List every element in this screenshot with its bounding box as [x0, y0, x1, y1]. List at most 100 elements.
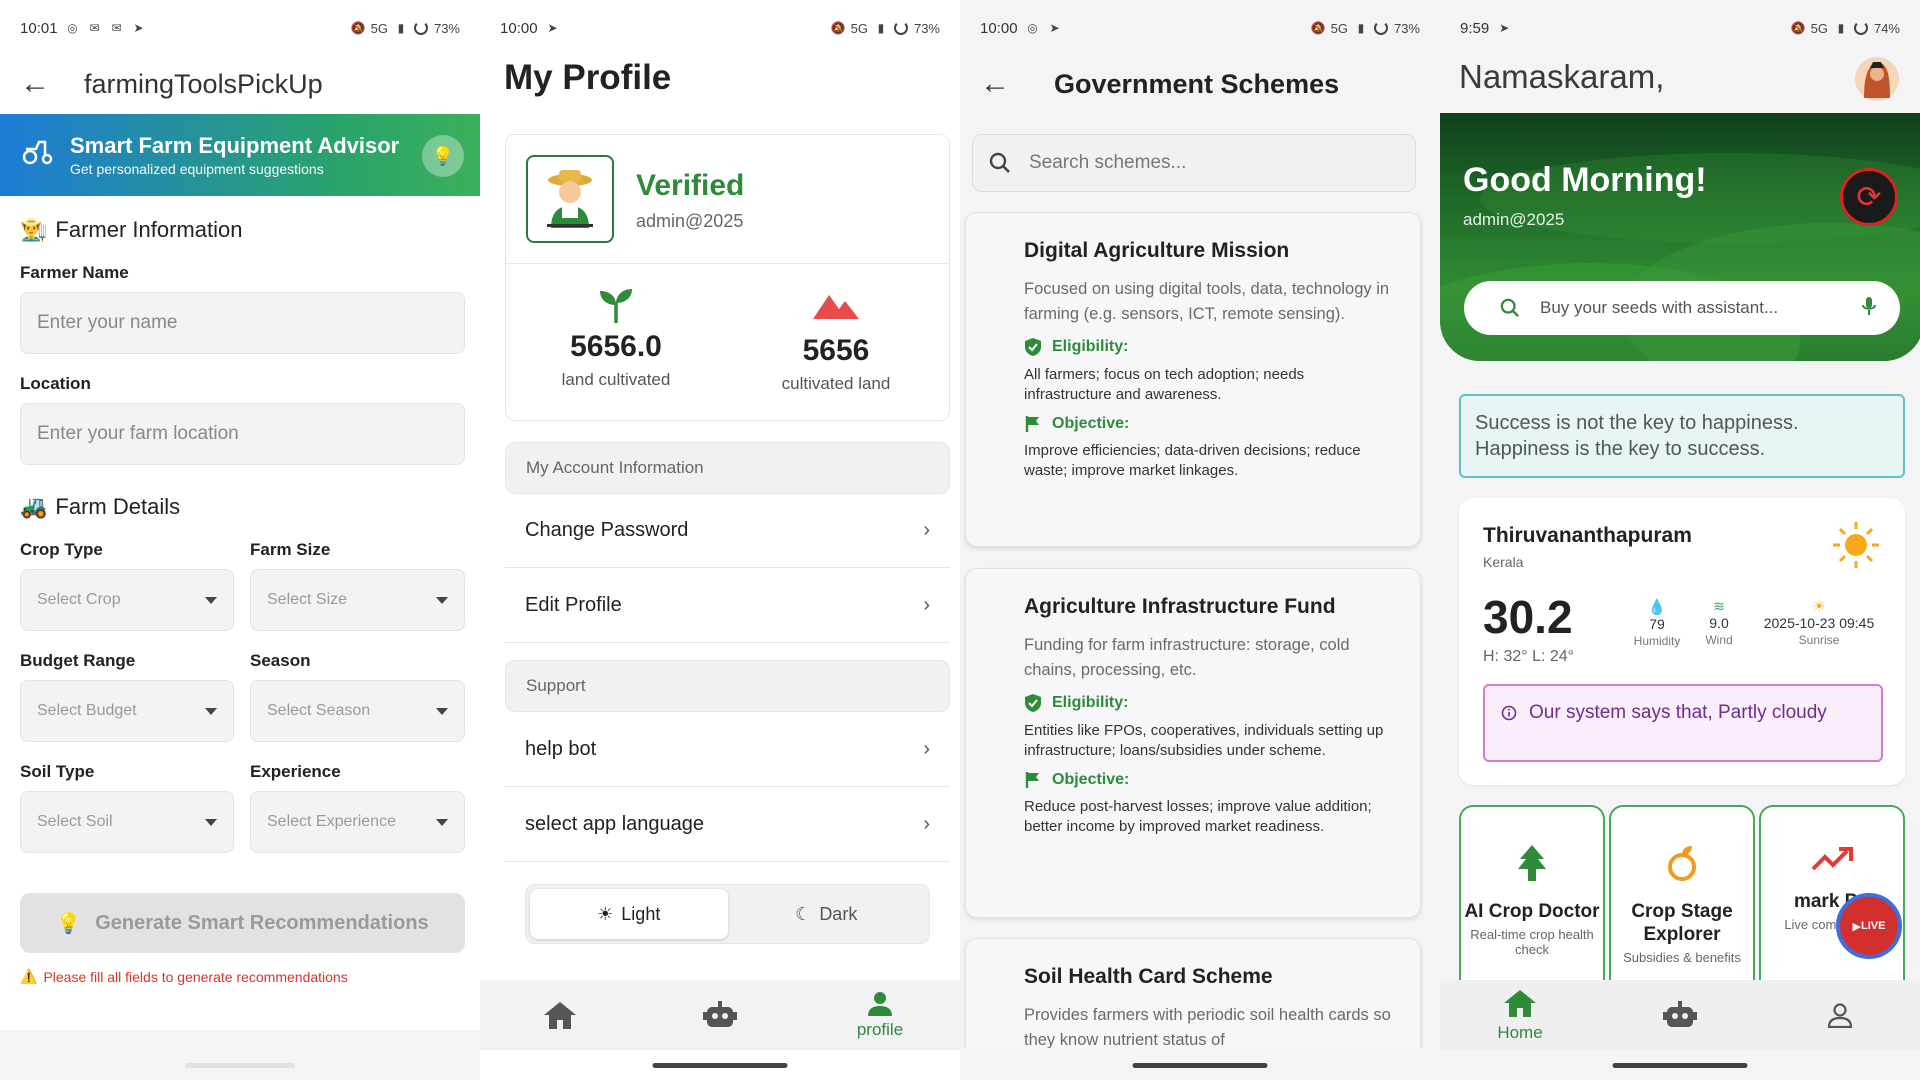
theme-light-option[interactable]: ☀ Light	[530, 889, 728, 939]
scheme-search-input[interactable]: Search schemes...	[972, 134, 1416, 192]
nav-bot[interactable]	[660, 999, 780, 1031]
crop-stage-explorer-tile[interactable]: Crop Stage Explorer Subsidies & benefits	[1609, 805, 1755, 985]
status-bar: 10:01 ◎ ✉ ✉ ➤ 🔕 5G ▮ 73%	[0, 0, 480, 56]
signal-icon: ▮	[1837, 21, 1845, 35]
farmer-info-heading: 👨‍🌾 Farmer Information	[20, 217, 243, 242]
lightbulb-icon[interactable]: 💡	[422, 135, 464, 177]
equipment-advisor-screen: 10:01 ◎ ✉ ✉ ➤ 🔕 5G ▮ 73% ← farmingToolsP…	[0, 0, 480, 1080]
sun-icon: ☀	[597, 903, 614, 924]
seed-assistant-search[interactable]: Buy your seeds with assistant...	[1464, 281, 1900, 335]
robot-icon	[1663, 1001, 1697, 1027]
search-icon	[989, 152, 1010, 173]
home-screen: 9:59 ➤ 🔕 5G ▮ 74% Namaskaram, Good Morni…	[1440, 0, 1920, 1080]
banner-title: Smart Farm Equipment Advisor	[70, 133, 400, 158]
budget-select[interactable]: Select Budget	[20, 680, 234, 742]
edit-profile-item[interactable]: Edit Profile ›	[505, 569, 950, 643]
nav-bot[interactable]	[1620, 999, 1740, 1031]
location-input[interactable]: Enter your farm location	[20, 403, 465, 465]
quote-card: Success is not the key to happiness. Hap…	[1459, 394, 1905, 478]
select-language-item[interactable]: select app language ›	[505, 788, 950, 862]
chevron-right-icon: ›	[923, 813, 930, 835]
farm-details-heading: 🚜 Farm Details	[20, 494, 181, 519]
help-bot-item[interactable]: help bot ›	[505, 713, 950, 787]
banner-subtitle: Get personalized equipment suggestions	[70, 161, 324, 177]
sheet-bottom	[0, 1030, 480, 1080]
market-prices-tile[interactable]: mark Pri Live comm rates	[1759, 805, 1905, 985]
bottom-navigation: Home	[1440, 980, 1920, 1050]
dropdown-arrow-icon	[436, 818, 448, 826]
live-stream-button[interactable]: ▶ LIVE	[1836, 893, 1902, 959]
refresh-icon: ⟳	[1856, 180, 1882, 214]
hero-user: admin@2025	[1463, 210, 1565, 229]
bottom-navigation: profile	[480, 980, 960, 1050]
hero-title: Good Morning!	[1463, 161, 1707, 199]
tractor-icon	[22, 137, 54, 173]
experience-select[interactable]: Select Experience	[250, 791, 465, 853]
scheme-card[interactable]: Digital Agriculture Mission Focused on u…	[965, 212, 1421, 547]
scheme-description: Funding for farm infrastructure: storage…	[1024, 636, 1350, 679]
battery-level: 73%	[1393, 20, 1420, 36]
lightbulb-icon: 💡	[56, 912, 82, 935]
telegram-icon: ➤	[133, 21, 144, 35]
objective-heading: Objective:	[1024, 415, 1394, 433]
scheme-description: Focused on using digital tools, data, te…	[1024, 280, 1390, 323]
budget-label: Budget Range	[20, 651, 136, 670]
telegram-icon: ➤	[1049, 21, 1060, 35]
network-label: 5G	[850, 20, 868, 36]
nav-home[interactable]	[500, 999, 620, 1031]
cultivated-land-stat: 5656 cultivated land	[761, 285, 911, 394]
microphone-icon[interactable]	[1862, 296, 1876, 322]
theme-dark-option[interactable]: ☾ Dark	[728, 889, 926, 939]
scheme-title: Agriculture Infrastructure Fund	[1024, 595, 1336, 618]
telegram-icon: ➤	[1499, 21, 1510, 35]
gesture-handle	[1612, 1063, 1748, 1068]
generate-recommendations-button[interactable]: 💡 Generate Smart Recommendations	[20, 893, 465, 953]
signal-icon: ▮	[397, 21, 405, 35]
back-arrow-icon[interactable]: ←	[980, 69, 1010, 99]
robot-icon	[703, 1001, 737, 1027]
page-title: Government Schemes	[1054, 68, 1340, 99]
battery-ring-icon	[1373, 21, 1388, 35]
farm-size-select[interactable]: Select Size	[250, 569, 465, 631]
forecast-banner: Our system says that, Partly cloudy	[1483, 684, 1883, 762]
soil-type-select[interactable]: Select Soil	[20, 791, 234, 853]
farmer-name-input[interactable]: Enter your name	[20, 292, 465, 354]
user-avatar-icon	[1855, 57, 1899, 101]
farmer-icon: 👨‍🌾	[20, 217, 48, 242]
shield-check-icon	[1025, 694, 1041, 712]
scheme-title: Soil Health Card Scheme	[1024, 965, 1273, 988]
crop-type-label: Crop Type	[20, 540, 103, 559]
change-password-item[interactable]: Change Password ›	[505, 494, 950, 568]
back-arrow-icon[interactable]: ←	[20, 69, 50, 99]
profile-avatar[interactable]	[1854, 54, 1900, 104]
signal-icon: ▮	[1357, 21, 1365, 35]
experience-label: Experience	[250, 762, 341, 781]
user-email: admin@2025	[636, 211, 744, 231]
weather-state: Kerala	[1483, 554, 1524, 570]
eligibility-heading: Eligibility:	[1024, 693, 1394, 713]
terrain-icon	[813, 295, 859, 319]
scheme-description: Provides farmers with periodic soil heal…	[1024, 1006, 1391, 1049]
nav-profile[interactable]: profile	[820, 990, 940, 1040]
status-bar: 10:00 ➤ 🔕 5G ▮ 73%	[480, 0, 960, 56]
crop-type-select[interactable]: Select Crop	[20, 569, 234, 631]
network-label: 5G	[1330, 20, 1348, 36]
profile-screen: 10:00 ➤ 🔕 5G ▮ 73% My Profile Verified a…	[480, 0, 960, 1080]
dropdown-arrow-icon	[205, 596, 217, 604]
sunrise-stat: ☀ 2025-10-23 09:45 Sunrise	[1749, 598, 1889, 647]
tile-title: Crop Stage Explorer	[1631, 901, 1733, 945]
stat-value: 5656.0	[570, 330, 662, 363]
weather-card: Thiruvananthapuram Kerala 30.2 H: 32° L:…	[1459, 498, 1905, 785]
nav-profile[interactable]	[1780, 1002, 1900, 1028]
greeting-text: Namaskaram,	[1459, 58, 1665, 95]
scheme-card[interactable]: Agriculture Infrastructure Fund Funding …	[965, 568, 1421, 918]
season-label: Season	[250, 651, 311, 670]
ai-crop-doctor-tile[interactable]: AI Crop Doctor Real-time crop health che…	[1459, 805, 1605, 985]
divider	[506, 263, 949, 264]
nav-home[interactable]: Home	[1460, 987, 1580, 1043]
farmer-avatar-icon	[547, 170, 593, 228]
tile-subtitle: Subsidies & benefits	[1623, 950, 1741, 965]
refresh-button[interactable]: ⟳	[1840, 168, 1898, 226]
gesture-handle	[1132, 1063, 1268, 1068]
season-select[interactable]: Select Season	[250, 680, 465, 742]
